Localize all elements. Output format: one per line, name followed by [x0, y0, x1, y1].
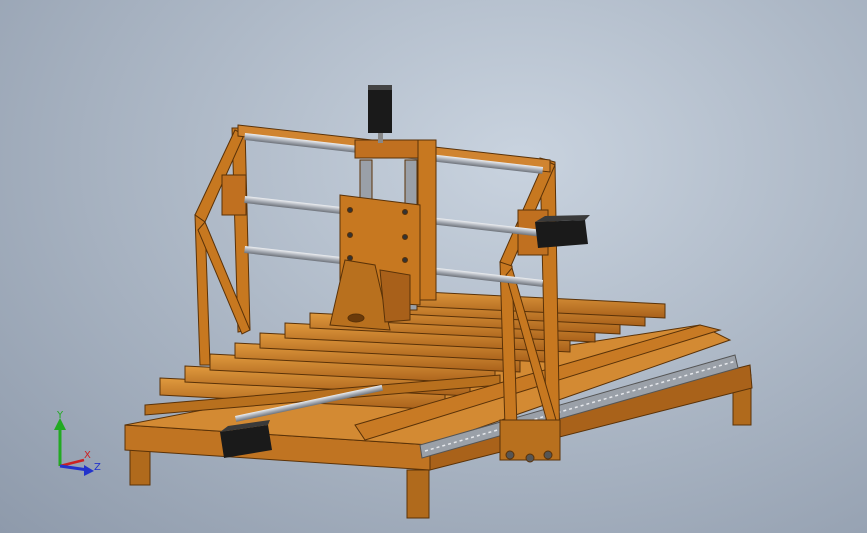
z-carriage: [329, 139, 437, 331]
axis-triad: Y X Z: [54, 410, 101, 476]
z-axis-line: [59, 464, 89, 472]
x-axis-label: X: [84, 450, 91, 461]
y-axis-label: Y: [56, 410, 64, 421]
cad-viewport[interactable]: Y X Z: [0, 0, 867, 533]
gantry-left: [194, 127, 251, 366]
y-motor: [535, 215, 590, 248]
gantry-foot: [499, 419, 561, 463]
cnc-router-model[interactable]: [0, 0, 867, 533]
z-motor: [368, 85, 392, 143]
z-axis-label: Z: [94, 462, 101, 473]
z-axis-arrow-icon: [84, 465, 94, 476]
